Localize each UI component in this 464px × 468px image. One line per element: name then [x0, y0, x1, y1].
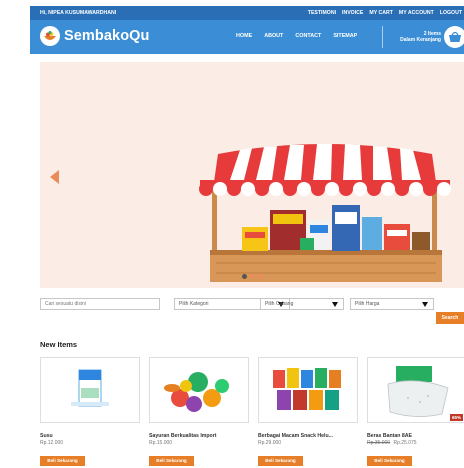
kategori-select-value: Pilih Kategori — [179, 301, 209, 307]
my-cart-link[interactable]: MY CART — [369, 10, 393, 16]
buy-now-button[interactable]: Beli Sekarang — [40, 456, 85, 466]
harga-select[interactable]: Pilih Harga — [350, 298, 434, 310]
testimoni-link[interactable]: TESTIMONI — [308, 10, 336, 16]
product-image[interactable] — [149, 357, 249, 423]
my-account-link[interactable]: MY ACCOUNT — [399, 10, 434, 16]
current-price: Rp.25.075 — [393, 440, 417, 446]
product-name[interactable]: Berbagai Macam Snack Helu... — [258, 433, 358, 439]
main-nav: HOME ABOUT CONTACT SITEMAP — [236, 33, 357, 39]
main-header: SembakoQu HOME ABOUT CONTACT SITEMAP 2 I… — [30, 20, 464, 54]
product-name[interactable]: Beras Bantan 8AE — [367, 433, 464, 439]
chevron-down-icon — [422, 302, 428, 307]
discount-badge: 65% — [449, 414, 463, 421]
product-price: Rp.29.000 — [258, 440, 358, 446]
product-card[interactable]: Sayuran Berkualitas Import Rp.15.000 Bel… — [149, 357, 249, 466]
current-price: Rp.29.000 — [258, 440, 282, 446]
slide-indicators — [242, 274, 263, 279]
market-stall-illustration — [199, 144, 451, 282]
current-price: Rp.15.000 — [149, 440, 173, 446]
slide-dot-3[interactable] — [258, 274, 263, 279]
product-price: Rp.35.000 Rp.25.075 — [367, 440, 464, 446]
old-price: Rp.35.000 — [367, 440, 391, 446]
search-button[interactable]: Search — [436, 312, 464, 324]
user-greeting: Hi, NIPEA KUSUMAWARDHANI — [40, 10, 117, 16]
chevron-down-icon — [332, 302, 338, 307]
product-image[interactable] — [258, 357, 358, 423]
harga-select-value: Pilih Harga — [355, 301, 380, 307]
product-name[interactable]: Susu — [40, 433, 140, 439]
invoice-link[interactable]: INVOICE — [342, 10, 363, 16]
nav-sitemap[interactable]: SITEMAP — [333, 33, 357, 39]
hero-banner — [40, 62, 464, 288]
brand-name: SembakoQu — [64, 28, 150, 44]
nav-contact[interactable]: CONTACT — [295, 33, 321, 39]
grocery-bowl-icon — [40, 26, 60, 46]
product-filters: Pilih Kategori Pilih Cabang Pilih Harga — [40, 298, 464, 312]
buy-now-button[interactable]: Beli Sekarang — [149, 456, 194, 466]
product-price: Rp.15.000 — [149, 440, 249, 446]
slide-dot-2[interactable] — [250, 274, 255, 279]
search-input[interactable] — [40, 298, 160, 310]
product-card[interactable]: 65% Beras Bantan 8AE Rp.35.000 Rp.25.075… — [367, 357, 464, 466]
product-image[interactable]: 65% — [367, 357, 464, 423]
product-card[interactable]: Susu Rp.12.000 Beli Sekarang — [40, 357, 140, 466]
top-bar: Hi, NIPEA KUSUMAWARDHANI TESTIMONI INVOI… — [30, 6, 464, 20]
product-price: Rp.12.000 — [40, 440, 140, 446]
current-price: Rp.12.000 — [40, 440, 64, 446]
nav-home[interactable]: HOME — [236, 33, 252, 39]
basket-icon[interactable] — [444, 26, 464, 48]
cabang-select-value: Pilih Cabang — [265, 301, 294, 307]
buy-now-button[interactable]: Beli Sekarang — [258, 456, 303, 466]
cabang-select[interactable]: Pilih Cabang — [260, 298, 344, 310]
logout-link[interactable]: LOGOUT — [440, 10, 462, 16]
brand-logo[interactable]: SembakoQu — [40, 26, 150, 46]
nav-divider — [382, 26, 383, 48]
product-name[interactable]: Sayuran Berkualitas Import — [149, 433, 249, 439]
slide-dot-1[interactable] — [242, 274, 247, 279]
cart-summary[interactable]: 2 Items Dalam Keranjang — [387, 31, 441, 43]
nav-about[interactable]: ABOUT — [264, 33, 283, 39]
cart-label: Dalam Keranjang — [400, 37, 441, 43]
section-title: New Items — [40, 340, 78, 349]
product-card[interactable]: Berbagai Macam Snack Helu... Rp.29.000 B… — [258, 357, 358, 466]
product-image[interactable] — [40, 357, 140, 423]
buy-now-button[interactable]: Beli Sekarang — [367, 456, 412, 466]
account-links: TESTIMONI INVOICE MY CART MY ACCOUNT LOG… — [308, 10, 462, 16]
